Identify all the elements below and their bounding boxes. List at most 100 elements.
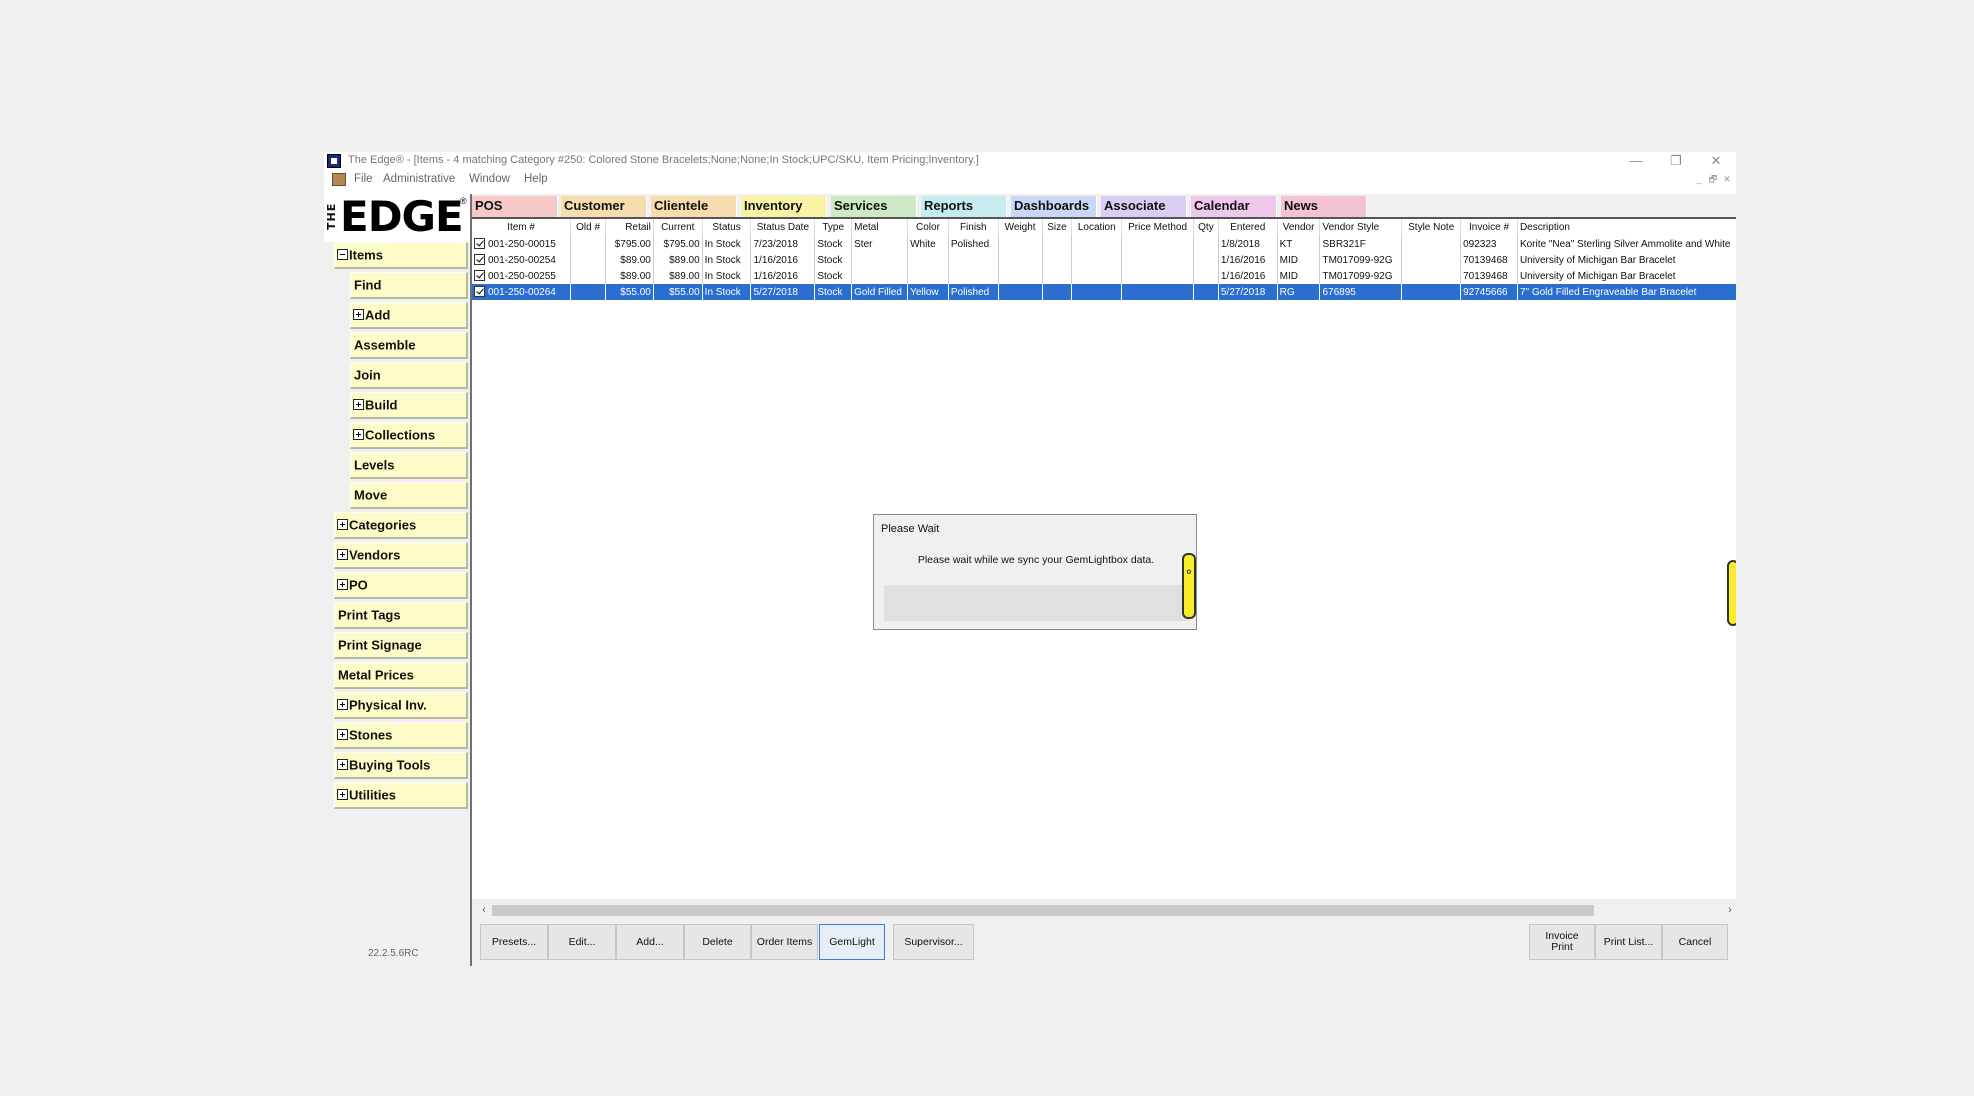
table-cell: KT: [1277, 236, 1321, 252]
column-header[interactable]: Invoice #: [1460, 219, 1518, 236]
table-cell: Polished: [948, 284, 999, 300]
row-checkbox[interactable]: [474, 270, 485, 282]
column-header[interactable]: Price Method: [1121, 219, 1194, 236]
column-header[interactable]: Current: [653, 219, 703, 236]
dialog-side-tab[interactable]: o: [1182, 553, 1196, 619]
table-cell: [948, 268, 999, 284]
side-notch-tab[interactable]: [1727, 560, 1736, 626]
scroll-left-icon[interactable]: ‹: [476, 902, 492, 918]
column-header[interactable]: Item #: [472, 219, 572, 236]
tab-clientele[interactable]: Clientele: [651, 196, 737, 217]
minimize-button[interactable]: —: [1616, 152, 1656, 170]
column-header[interactable]: Retail: [605, 219, 654, 236]
gemlight-button[interactable]: GemLight: [819, 924, 885, 960]
sidebar-item-utilities[interactable]: Utilities: [334, 782, 468, 809]
row-checkbox[interactable]: [474, 286, 485, 298]
column-header[interactable]: Old #: [570, 219, 607, 236]
sidebar-item-print-tags[interactable]: Print Tags: [334, 602, 468, 629]
sidebar-item-print-signage[interactable]: Print Signage: [334, 632, 468, 659]
print-list-button[interactable]: Print List...: [1595, 924, 1662, 960]
column-header[interactable]: Metal: [851, 219, 909, 236]
column-header[interactable]: Status Date: [750, 219, 816, 236]
sidebar-item-find[interactable]: Find: [350, 272, 468, 299]
presets-button[interactable]: Presets...: [480, 924, 548, 960]
dialog-message: Please wait while we sync your GemLightb…: [917, 554, 1155, 566]
sidebar-item-vendors[interactable]: Vendors: [334, 542, 468, 569]
column-header[interactable]: Size: [1042, 219, 1073, 236]
column-header[interactable]: Status: [702, 219, 752, 236]
row-checkbox[interactable]: [474, 254, 485, 266]
expand-icon: [337, 729, 348, 741]
column-header[interactable]: Vendor: [1277, 219, 1321, 236]
table-row[interactable]: 001-250-00254 $89.00 $89.00 In Stock 1/16/20…: [472, 252, 1736, 268]
tab-news[interactable]: News: [1281, 196, 1367, 217]
menu-file[interactable]: File: [354, 173, 373, 185]
sidebar-item-categories[interactable]: Categories: [334, 512, 468, 539]
menu-administrative[interactable]: Administrative: [383, 173, 455, 185]
mdi-close-button[interactable]: ✕: [1720, 173, 1734, 186]
mdi-minimize-button[interactable]: _: [1692, 173, 1706, 186]
sidebar-item-metal-prices[interactable]: Metal Prices: [334, 662, 468, 689]
scrollbar-thumb[interactable]: [492, 905, 1594, 916]
order-items-button[interactable]: Order Items: [751, 924, 818, 960]
tab-customer[interactable]: Customer: [561, 196, 647, 217]
tab-dashboards[interactable]: Dashboards: [1011, 196, 1097, 217]
document-menu-icon[interactable]: [332, 173, 346, 186]
column-header[interactable]: Qty: [1193, 219, 1219, 236]
sidebar-item-add[interactable]: Add: [350, 302, 468, 329]
supervisor-button[interactable]: Supervisor...: [893, 924, 974, 960]
tab-pos[interactable]: POS: [472, 196, 558, 217]
column-header[interactable]: Finish: [948, 219, 999, 236]
sidebar-item-collections[interactable]: Collections: [350, 422, 468, 449]
menu-window[interactable]: Window: [469, 173, 510, 185]
edit-button[interactable]: Edit...: [548, 924, 616, 960]
table-row[interactable]: 001-250-00255 $89.00 $89.00 In Stock 1/16/20…: [472, 268, 1736, 284]
collapse-icon: [337, 249, 348, 261]
sidebar-item-levels[interactable]: Levels: [350, 452, 468, 479]
invoice-print-button[interactable]: Invoice Print: [1529, 924, 1595, 960]
mdi-restore-button[interactable]: 🗗: [1706, 173, 1720, 186]
sidebar-item-move[interactable]: Move: [350, 482, 468, 509]
delete-button[interactable]: Delete: [684, 924, 751, 960]
column-header[interactable]: Style Note: [1401, 219, 1462, 236]
tab-inventory[interactable]: Inventory: [741, 196, 827, 217]
tab-calendar[interactable]: Calendar: [1191, 196, 1277, 217]
table-cell: [1042, 268, 1073, 284]
add-button[interactable]: Add...: [616, 924, 684, 960]
column-header[interactable]: Entered: [1218, 219, 1278, 236]
tab-reports[interactable]: Reports: [921, 196, 1007, 217]
sidebar-item-stones[interactable]: Stones: [334, 722, 468, 749]
table-row[interactable]: 001-250-00264 $55.00 $55.00 In Stock 5/27/20…: [472, 284, 1736, 300]
table-cell: [1121, 268, 1194, 284]
restore-button[interactable]: ❐: [1656, 152, 1696, 170]
table-cell: TM017099-92G: [1319, 268, 1403, 284]
scroll-right-icon[interactable]: ›: [1722, 902, 1736, 918]
tab-services[interactable]: Services: [831, 196, 917, 217]
expand-icon: [337, 549, 348, 561]
row-checkbox[interactable]: [474, 238, 485, 250]
column-header[interactable]: Location: [1071, 219, 1123, 236]
horizontal-scrollbar[interactable]: ‹ ›: [476, 902, 1736, 918]
table-cell: [1071, 284, 1123, 300]
sidebar-item-po[interactable]: PO: [334, 572, 468, 599]
sidebar-item-join[interactable]: Join: [350, 362, 468, 389]
sidebar-item-build[interactable]: Build: [350, 392, 468, 419]
sidebar-item-items[interactable]: Items: [334, 242, 468, 269]
sidebar-item-physical-inv[interactable]: Physical Inv.: [334, 692, 468, 719]
cancel-button[interactable]: Cancel: [1662, 924, 1728, 960]
tab-associate[interactable]: Associate: [1101, 196, 1187, 217]
column-header[interactable]: Weight: [998, 219, 1043, 236]
column-header[interactable]: Color: [907, 219, 949, 236]
table-cell: [998, 284, 1043, 300]
menu-help[interactable]: Help: [524, 173, 548, 185]
column-header[interactable]: Vendor Style: [1319, 219, 1403, 236]
close-button[interactable]: ✕: [1696, 152, 1736, 170]
item-number: 001-250-00015: [488, 238, 556, 250]
column-header[interactable]: Type: [814, 219, 853, 236]
sidebar-item-buying-tools[interactable]: Buying Tools: [334, 752, 468, 779]
column-header[interactable]: Description: [1517, 219, 1736, 236]
table-cell: $795.00: [605, 236, 654, 252]
table-cell: [1193, 236, 1219, 252]
sidebar-item-assemble[interactable]: Assemble: [350, 332, 468, 359]
table-row[interactable]: 001-250-00015 $795.00 $795.00 In Stock 7/23/…: [472, 236, 1736, 252]
